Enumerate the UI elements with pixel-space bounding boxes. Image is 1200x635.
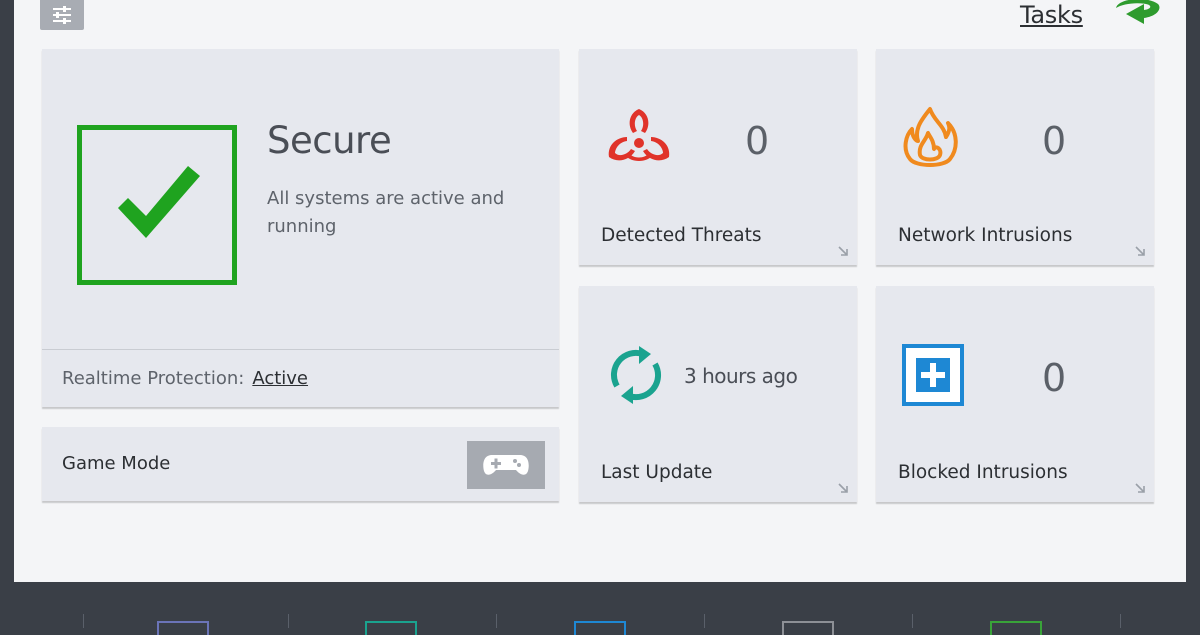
game-mode-card: Game Mode	[42, 427, 559, 501]
tasks-link[interactable]: Tasks	[1020, 0, 1160, 30]
sliders-icon	[53, 6, 71, 24]
status-description: All systems are active and running	[267, 188, 505, 237]
nav-separator	[912, 614, 913, 628]
status-card: Secure All systems are active and runnin…	[42, 49, 559, 407]
realtime-protection-label: Realtime Protection:	[62, 368, 245, 389]
flame-icon	[903, 107, 958, 167]
last-update-tile[interactable]: 3 hours ago Last Update	[579, 286, 857, 502]
expand-arrow-icon[interactable]	[1134, 482, 1146, 494]
status-indicator	[77, 125, 237, 285]
settings-button[interactable]	[40, 0, 84, 30]
nav-separator	[704, 614, 705, 628]
nav-item-4-icon[interactable]	[782, 621, 834, 635]
nav-item-3-icon[interactable]	[574, 621, 626, 635]
nav-item-1-icon[interactable]	[157, 621, 209, 635]
blocked-intrusions-count: 0	[1042, 356, 1066, 400]
last-update-value: 3 hours ago	[684, 364, 798, 388]
bottom-navigation-bar	[0, 582, 1200, 635]
detected-threats-count: 0	[745, 119, 769, 163]
expand-arrow-icon[interactable]	[1134, 245, 1146, 257]
blocked-intrusions-tile[interactable]: 0 Blocked Intrusions	[876, 286, 1154, 502]
nav-separator	[83, 614, 84, 628]
last-update-label: Last Update	[601, 462, 713, 483]
network-intrusions-label: Network Intrusions	[898, 225, 1073, 246]
network-intrusions-tile[interactable]: 0 Network Intrusions	[876, 49, 1154, 265]
nav-item-2-icon[interactable]	[365, 621, 417, 635]
checkmark-icon	[118, 166, 200, 238]
nav-separator	[496, 614, 497, 628]
detected-threats-tile[interactable]: 0 Detected Threats	[579, 49, 857, 265]
realtime-protection-status-link[interactable]: Active	[252, 368, 308, 389]
expand-arrow-icon[interactable]	[837, 245, 849, 257]
nav-separator	[1120, 614, 1121, 628]
main-window: Tasks Secure All systems are active and …	[14, 0, 1186, 582]
biohazard-icon	[608, 109, 670, 161]
plus-box-icon	[902, 344, 964, 406]
game-mode-label: Game Mode	[62, 453, 171, 474]
tasks-label[interactable]: Tasks	[1020, 1, 1083, 29]
nav-item-5-icon[interactable]	[990, 621, 1042, 635]
curved-arrow-icon[interactable]	[1108, 0, 1164, 34]
network-intrusions-count: 0	[1042, 119, 1066, 163]
nav-separator	[288, 614, 289, 628]
refresh-icon	[610, 346, 662, 404]
blocked-intrusions-label: Blocked Intrusions	[898, 462, 1068, 483]
status-title: Secure	[267, 119, 392, 162]
expand-arrow-icon[interactable]	[837, 482, 849, 494]
game-mode-toggle[interactable]	[467, 441, 545, 489]
detected-threats-label: Detected Threats	[601, 225, 762, 246]
gamepad-icon	[483, 455, 529, 475]
realtime-protection-row: Realtime Protection: Active	[42, 349, 559, 407]
